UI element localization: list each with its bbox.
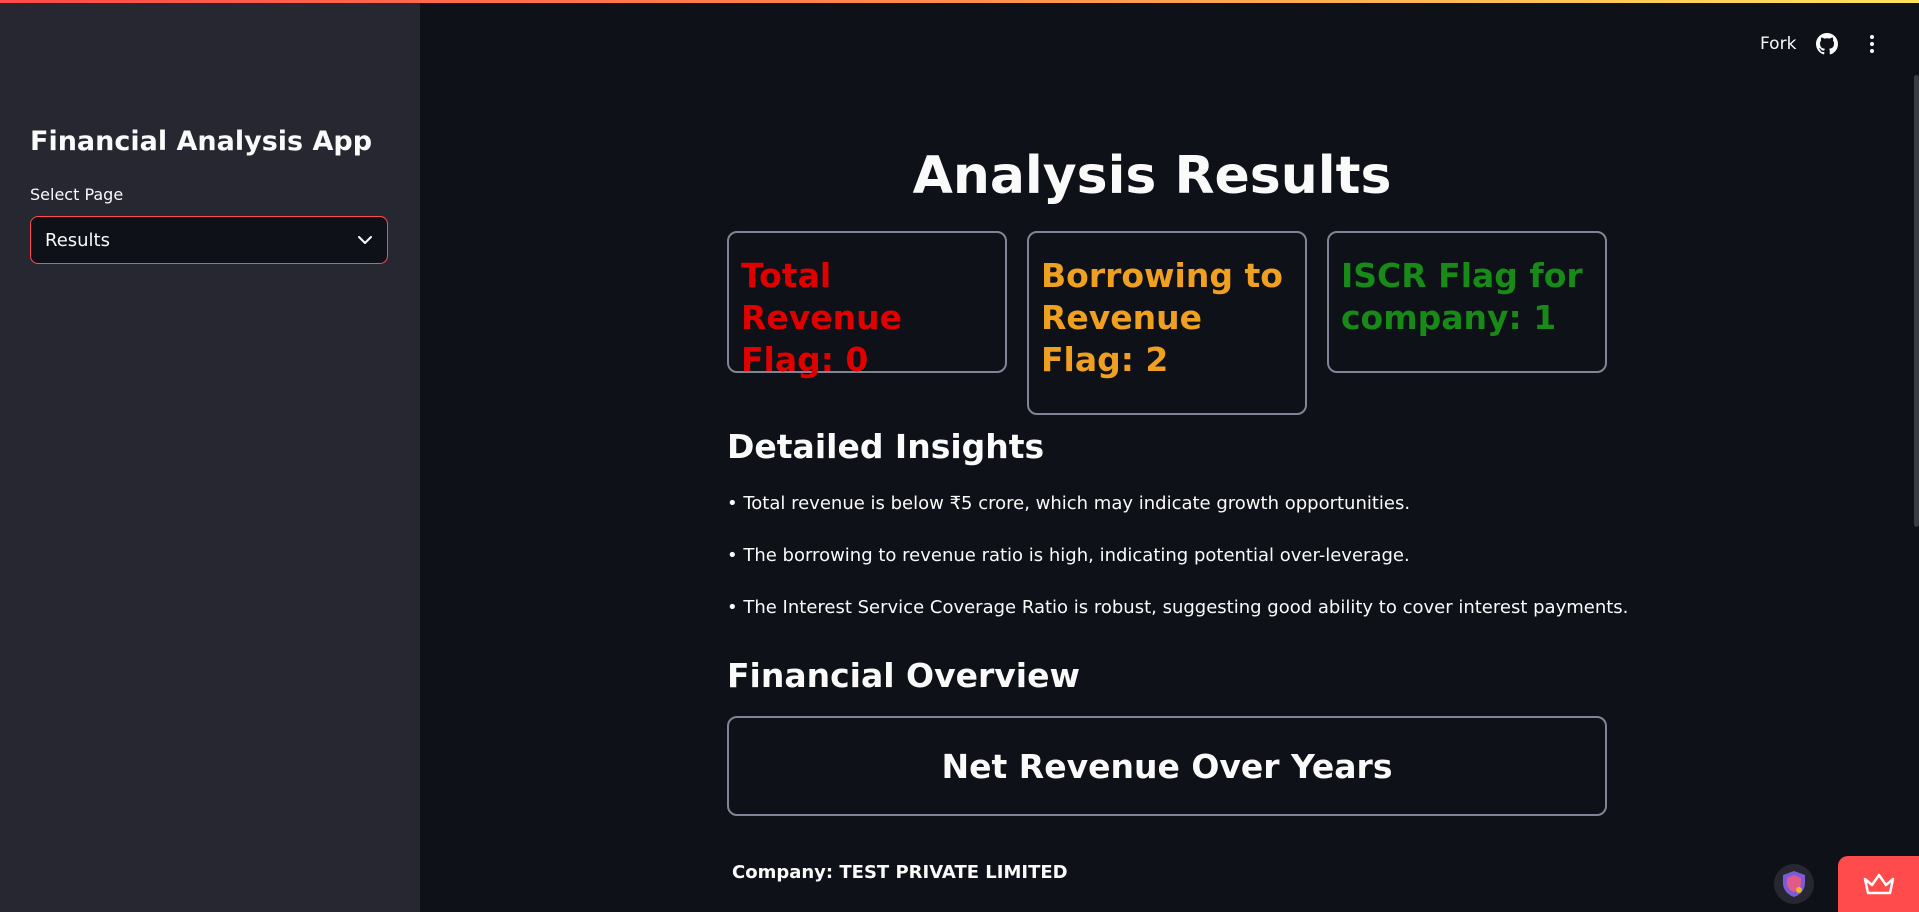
fork-button[interactable]: Fork xyxy=(1760,34,1796,54)
net-revenue-chart: Net Revenue Over Years xyxy=(727,716,1607,816)
shield-icon[interactable] xyxy=(1774,864,1814,904)
kebab-menu-icon[interactable] xyxy=(1863,33,1881,55)
iscr-flag-card: ISCR Flag for company: 1 xyxy=(1327,231,1607,373)
sidebar: Financial Analysis App Select Page Resul… xyxy=(0,0,420,912)
select-page-value: Results xyxy=(45,229,110,251)
scrollbar[interactable] xyxy=(1914,75,1919,527)
chevron-down-icon xyxy=(357,232,373,248)
insight-item: • Total revenue is below ₹5 crore, which… xyxy=(727,493,1411,514)
financial-overview-heading: Financial Overview xyxy=(727,656,1080,695)
company-name: Company: TEST PRIVATE LIMITED xyxy=(732,862,1068,883)
insight-item: • The Interest Service Coverage Ratio is… xyxy=(727,597,1629,618)
insight-item: • The borrowing to revenue ratio is high… xyxy=(727,545,1410,566)
select-page-dropdown[interactable]: Results xyxy=(30,216,388,264)
detailed-insights-heading: Detailed Insights xyxy=(727,427,1045,466)
crown-icon[interactable] xyxy=(1838,856,1919,912)
page-title: Analysis Results xyxy=(912,146,1392,206)
total-revenue-flag-card: Total Revenue Flag: 0 xyxy=(727,231,1007,379)
chart-title: Net Revenue Over Years xyxy=(941,746,1393,786)
borrowing-revenue-flag-card: Borrowing to Revenue Flag: 2 xyxy=(1027,231,1307,415)
top-gradient-bar xyxy=(0,0,1919,3)
app-title: Financial Analysis App xyxy=(30,126,373,157)
github-icon[interactable] xyxy=(1816,33,1838,55)
select-page-label: Select Page xyxy=(30,185,124,204)
